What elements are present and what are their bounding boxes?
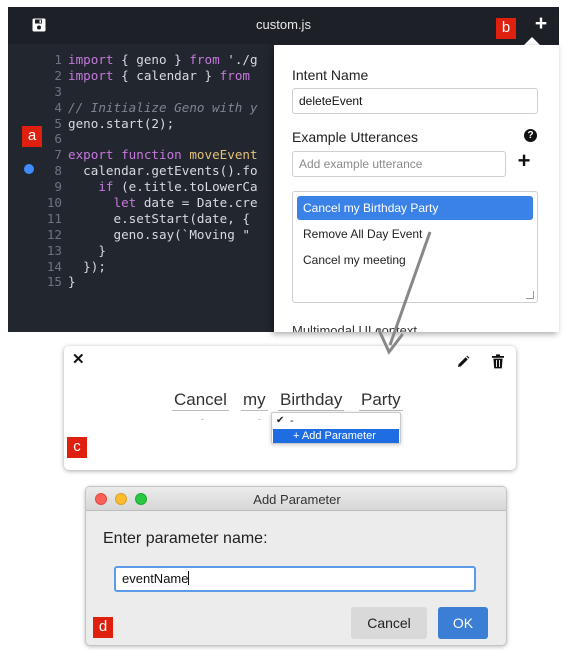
code-line: 3 [38, 84, 258, 100]
line-number: 4 [54, 99, 62, 115]
intent-popover: Intent Name deleteEvent Example Utteranc… [274, 45, 559, 332]
line-number: 1 [54, 52, 62, 67]
code-token: // Initialize Geno with y [68, 99, 258, 115]
line-number: 15 [46, 274, 62, 290]
marker-c: c [67, 437, 87, 458]
add-utterance-button[interactable]: + [514, 150, 534, 172]
code-line: 12 geno.say(`Moving " [38, 227, 258, 243]
dialog-title: Add Parameter [253, 492, 341, 507]
parameter-name-value: eventName [122, 571, 189, 586]
add-parameter-dialog: Add Parameter Enter parameter name: even… [85, 486, 507, 646]
editor-file-title: custom.js [256, 17, 311, 32]
utterance-item[interactable]: Remove All Day Event [297, 222, 533, 246]
word-tag: - [258, 414, 261, 424]
utterance-word[interactable]: Cancel [172, 390, 229, 411]
marker-a: a [22, 126, 42, 147]
utterance-item[interactable]: Cancel my Birthday Party [297, 196, 533, 220]
code-token: } [68, 242, 106, 258]
code-token: let [68, 195, 137, 211]
code-token: calendar.getEvents().fo [68, 163, 258, 179]
code-token: { geno } [113, 52, 190, 67]
code-area[interactable]: 1 import { geno } from './g 2 import { cale… [38, 52, 258, 290]
parameter-name-input[interactable]: eventName [114, 566, 476, 592]
code-line: 5 geno.start(2); [38, 116, 258, 132]
breakpoint-indicator[interactable] [24, 164, 34, 174]
example-utterances-label: Example Utterances [292, 129, 419, 145]
code-token: from [219, 67, 250, 83]
utterance-list: Cancel my Birthday Party Remove All Day … [292, 191, 538, 303]
line-number: 8 [54, 163, 62, 179]
code-line: 14 }); [38, 259, 258, 275]
add-parameter-option[interactable]: + Add Parameter [273, 429, 399, 443]
close-icon[interactable]: ✕ [72, 352, 86, 368]
code-token: if [68, 179, 114, 195]
code-token: }); [68, 258, 106, 274]
resize-grip-icon[interactable] [526, 291, 534, 299]
line-number: 2 [54, 67, 62, 83]
code-token: export function [68, 147, 190, 163]
code-token: './g [219, 52, 258, 67]
code-token: } [68, 274, 76, 290]
code-line: 8 calendar.getEvents().fo [38, 163, 258, 179]
marker-d: d [93, 617, 113, 638]
code-token: from [189, 52, 220, 67]
line-number: 10 [46, 195, 62, 211]
code-token: { calendar } [113, 67, 220, 83]
text-caret [188, 571, 190, 585]
code-line: 13 } [38, 243, 258, 259]
code-token: e.setStart(date, { [68, 210, 250, 226]
code-line: 10 let date = Date.cre [38, 195, 258, 211]
line-number: 9 [54, 179, 62, 195]
dialog-prompt: Enter parameter name: [103, 530, 268, 547]
utterance-item[interactable]: Cancel my meeting [297, 248, 533, 272]
utterance-word[interactable]: Party [359, 390, 403, 411]
code-token: import [68, 67, 114, 83]
line-number: 3 [54, 83, 62, 99]
intent-name-label: Intent Name [292, 67, 369, 83]
dialog-titlebar: Add Parameter [86, 487, 506, 511]
marker-b: b [496, 18, 516, 39]
line-number: 13 [46, 242, 62, 258]
code-line: 9 if (e.title.toLowerCa [38, 179, 258, 195]
line-number: 12 [46, 226, 62, 242]
line-number: 14 [46, 258, 62, 274]
code-line: 7 export function moveEvent [38, 147, 258, 163]
code-line: 4 // Initialize Geno with y [38, 100, 258, 116]
code-token: geno.say(`Moving " [68, 226, 250, 242]
code-token: date = Date.cre [136, 195, 258, 211]
word-tag: - [201, 414, 204, 424]
cancel-button[interactable]: Cancel [351, 607, 427, 639]
editor-titlebar: custom.js + [8, 7, 559, 44]
code-line: 11 e.setStart(date, { [38, 211, 258, 227]
code-token: geno.start(2); [68, 115, 175, 131]
code-line: 15} [38, 274, 258, 290]
code-token: moveEvent [189, 147, 258, 163]
utterance-detail-panel: ✕ Cancel my Birthday Party - - ✔ - + Add… [64, 346, 516, 470]
code-token: import [68, 52, 114, 67]
utterance-word[interactable]: Birthday [278, 390, 345, 411]
parameter-menu: ✔ - + Add Parameter [271, 412, 401, 444]
parameter-option-none[interactable]: - [274, 415, 294, 428]
code-line: 2 import { calendar } from [38, 68, 258, 84]
code-token: (e.title.toLowerCa [113, 179, 258, 195]
utterance-input[interactable]: Add example utterance [292, 151, 506, 177]
intent-name-input[interactable]: deleteEvent [292, 88, 538, 114]
code-line: 6 [38, 131, 258, 147]
ok-button[interactable]: OK [438, 607, 488, 639]
code-line: 1 import { geno } from './g [38, 52, 258, 68]
help-icon[interactable]: ? [524, 129, 537, 142]
trash-icon[interactable] [491, 354, 505, 369]
add-intent-button[interactable]: + [531, 13, 551, 35]
utterance-word[interactable]: my [241, 390, 268, 411]
pencil-icon[interactable] [456, 355, 470, 369]
line-number: 7 [54, 147, 62, 163]
multimodal-context-label: Multimodal UI context [292, 323, 417, 332]
line-number: 11 [46, 210, 62, 226]
